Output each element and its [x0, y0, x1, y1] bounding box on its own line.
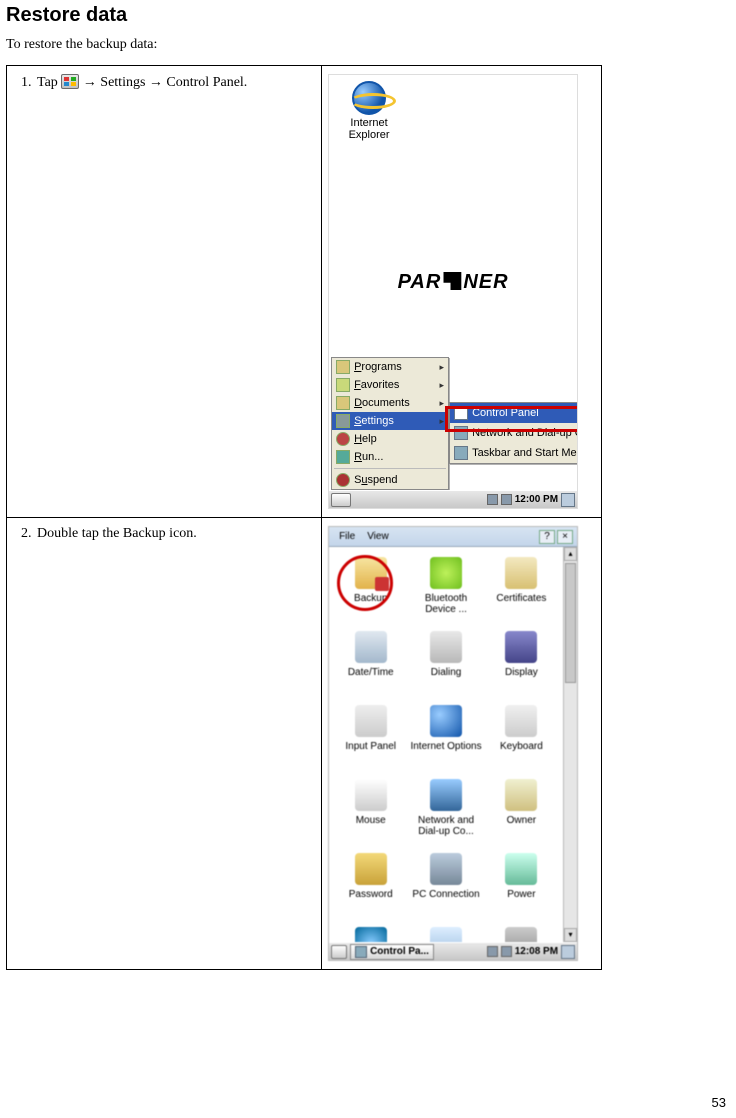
cp-regional[interactable]: Regional Settings — [334, 927, 408, 942]
scroll-down-icon[interactable]: ▾ — [564, 928, 577, 942]
system-tray: 12:00 PM — [487, 493, 575, 507]
dialing-icon — [430, 631, 462, 663]
cp-inputpanel[interactable]: Input Panel — [334, 705, 408, 752]
start-icon — [61, 74, 79, 89]
submenu-network[interactable]: Network and Dial-up Connections — [450, 423, 578, 443]
scrollbar[interactable]: ▴ ▾ — [563, 547, 577, 942]
control-panel-grid: Backup Bluetooth Device ... Certificates… — [329, 551, 563, 942]
cp-pcconnection[interactable]: PC Connection — [409, 853, 483, 900]
steps-table: Tap → Settings → Control Panel. Internet… — [6, 65, 602, 970]
ie-label: Internet Explorer — [341, 117, 397, 141]
cp-dialing[interactable]: Dialing — [409, 631, 483, 678]
partner-logo: PARNER — [398, 271, 509, 294]
bluetooth-icon — [430, 557, 462, 589]
mouse-icon — [355, 779, 387, 811]
cp-display[interactable]: Display — [484, 631, 558, 678]
page-heading: Restore data — [6, 4, 730, 27]
submenu-control-panel[interactable]: Control Panel — [450, 403, 578, 423]
cp-network[interactable]: Network and Dial-up Co... — [409, 779, 483, 837]
scroll-thumb[interactable] — [565, 563, 576, 683]
menu-documents[interactable]: Documents▸ — [332, 394, 448, 412]
tray-icon[interactable] — [487, 494, 498, 505]
help-button[interactable]: ? — [539, 530, 555, 544]
step-2: Double tap the Backup icon. — [35, 526, 315, 542]
internetoptions-icon — [430, 705, 462, 737]
clock: 12:08 PM — [515, 946, 558, 957]
cp-owner[interactable]: Owner — [484, 779, 558, 826]
screenshot-control-panel: File View ? × Backup Bluetooth Device ..… — [328, 526, 578, 961]
cp-bluetooth[interactable]: Bluetooth Device ... — [409, 557, 483, 615]
start-button[interactable] — [331, 493, 351, 507]
taskbar-controlpanel-button[interactable]: Control Pa... — [350, 944, 434, 960]
cp-backup[interactable]: Backup — [334, 557, 408, 604]
tray-icon[interactable] — [501, 946, 512, 957]
display-icon — [505, 631, 537, 663]
cp-certificates[interactable]: Certificates — [484, 557, 558, 604]
ie-desktop-icon[interactable]: Internet Explorer — [341, 81, 397, 141]
owner-icon — [505, 779, 537, 811]
datetime-icon — [355, 631, 387, 663]
cp-internetoptions[interactable]: Internet Options — [409, 705, 483, 752]
cp-datetime[interactable]: Date/Time — [334, 631, 408, 678]
submenu-taskbar[interactable]: Taskbar and Start Menu... — [450, 443, 578, 463]
step-1: Tap → Settings → Control Panel. — [35, 74, 315, 91]
menu-programs[interactable]: Programs▸ — [332, 358, 448, 376]
network-icon — [430, 779, 462, 811]
cp-power[interactable]: Power — [484, 853, 558, 900]
power-icon — [505, 853, 537, 885]
remove-icon — [430, 927, 462, 942]
intro-text: To restore the backup data: — [6, 37, 730, 53]
page-number: 53 — [712, 1095, 726, 1110]
cp-remove[interactable]: Remove Programs — [409, 927, 483, 942]
controlpanel-icon — [355, 946, 367, 958]
cp-setting-m[interactable]: Setting_M... — [484, 927, 558, 942]
cp-keyboard[interactable]: Keyboard — [484, 705, 558, 752]
show-desktop-icon[interactable] — [561, 945, 575, 959]
screenshot-start-menu: Internet Explorer PARNER Programs▸ Favor… — [328, 74, 578, 509]
menu-run[interactable]: Run... — [332, 448, 448, 466]
menu-favorites[interactable]: Favorites▸ — [332, 376, 448, 394]
menu-view[interactable]: View — [361, 531, 395, 542]
start-menu: Programs▸ Favorites▸ Documents▸ Settings… — [331, 357, 449, 490]
backup-icon — [355, 557, 387, 589]
close-button[interactable]: × — [557, 530, 573, 544]
certificates-icon — [505, 557, 537, 589]
password-icon — [355, 853, 387, 885]
tray-icon[interactable] — [501, 494, 512, 505]
setting-m-icon — [505, 927, 537, 942]
taskbar: 12:00 PM — [329, 490, 577, 508]
tray-icon[interactable] — [487, 946, 498, 957]
ie-icon — [352, 81, 386, 115]
menu-settings[interactable]: Settings▸ — [332, 412, 448, 430]
pcconnection-icon — [430, 853, 462, 885]
show-desktop-icon[interactable] — [561, 493, 575, 507]
cp-mouse[interactable]: Mouse — [334, 779, 408, 826]
cp-password[interactable]: Password — [334, 853, 408, 900]
window-menubar: File View ? × — [329, 527, 577, 547]
menu-suspend[interactable]: Suspend — [332, 471, 448, 489]
clock: 12:00 PM — [515, 494, 558, 505]
keyboard-icon — [505, 705, 537, 737]
regional-icon — [355, 927, 387, 942]
taskbar: Control Pa... 12:08 PM — [329, 942, 577, 960]
inputpanel-icon — [355, 705, 387, 737]
settings-submenu: Control Panel Network and Dial-up Connec… — [449, 402, 578, 464]
menu-file[interactable]: File — [333, 531, 361, 542]
scroll-up-icon[interactable]: ▴ — [564, 547, 577, 561]
start-button[interactable] — [331, 945, 347, 959]
menu-help[interactable]: Help — [332, 430, 448, 448]
system-tray: 12:08 PM — [487, 945, 575, 959]
